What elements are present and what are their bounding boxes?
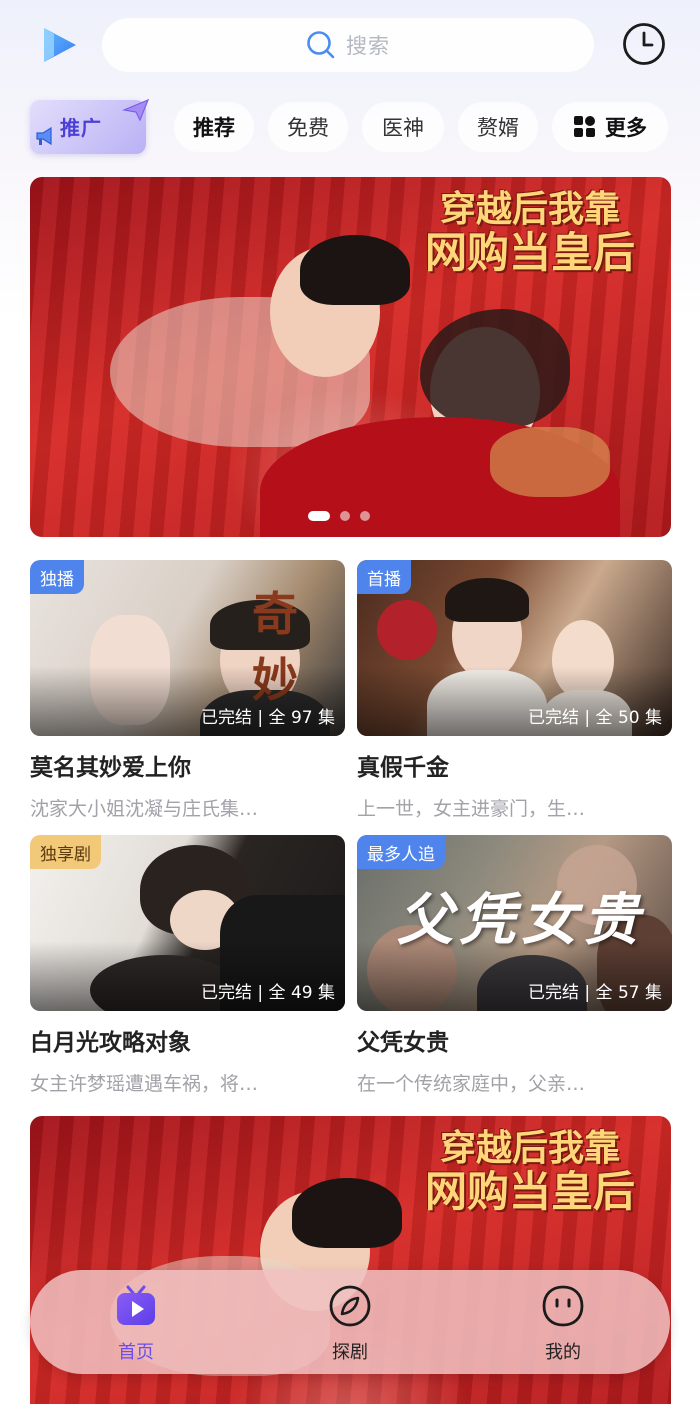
carousel-dot <box>340 511 350 521</box>
tab-recommend[interactable]: 推荐 <box>174 102 254 152</box>
grid-apps-icon <box>574 116 595 137</box>
drama-thumbnail[interactable]: 独享剧 已完结 | 全 49 集 <box>30 835 345 1011</box>
top-bar: 搜索 <box>0 0 700 92</box>
nav-profile[interactable]: 我的 <box>503 1284 623 1364</box>
paper-plane-icon <box>122 98 150 122</box>
episode-status: 已完结 | 全 50 集 <box>528 708 662 728</box>
carousel-dot <box>360 511 370 521</box>
nav-discover-label: 探剧 <box>332 1342 368 1363</box>
drama-card[interactable]: 首播 已完结 | 全 50 集 真假千金 上一世，女主进豪门，生… <box>357 560 672 821</box>
history-clock-icon[interactable] <box>622 22 666 66</box>
premiere-badge: 首播 <box>357 560 411 594</box>
drama-description: 女主许梦瑶遭遇车祸，将… <box>30 1073 259 1095</box>
search-bar[interactable]: 搜索 <box>102 18 594 72</box>
exclusive-badge: 独播 <box>30 560 84 594</box>
drama-description: 在一个传统家庭中，父亲… <box>357 1073 586 1095</box>
episode-status: 已完结 | 全 49 集 <box>201 983 335 1003</box>
drama-thumbnail[interactable]: 首播 已完结 | 全 50 集 <box>357 560 672 736</box>
drama-title[interactable]: 白月光攻略对象 <box>30 1023 345 1057</box>
exclusive-drama-badge: 独享剧 <box>30 835 101 869</box>
tab-son-in-law[interactable]: 赘婿 <box>458 102 538 152</box>
drama-title[interactable]: 父凭女贵 <box>357 1023 672 1057</box>
drama-thumbnail[interactable]: 奇 妙 独播 已完结 | 全 97 集 <box>30 560 345 736</box>
drama-card[interactable]: 独享剧 已完结 | 全 49 集 白月光攻略对象 女主许梦瑶遭遇车祸，将… <box>30 835 345 1096</box>
most-followed-badge: 最多人追 <box>357 835 445 869</box>
app-logo-play-icon[interactable] <box>40 26 82 64</box>
tab-more[interactable]: 更多 <box>552 102 668 152</box>
carousel-dot-active <box>308 511 330 521</box>
episode-status: 已完结 | 全 57 集 <box>528 983 662 1003</box>
search-icon <box>307 31 335 59</box>
drama-description: 上一世，女主进豪门，生… <box>357 798 586 820</box>
drama-description: 沈家大小姐沈凝与庄氏集… <box>30 798 259 820</box>
drama-title[interactable]: 莫名其妙爱上你 <box>30 748 345 782</box>
nav-home[interactable]: 首页 <box>76 1284 196 1364</box>
carousel-indicator <box>308 511 370 521</box>
tab-medical-god[interactable]: 医神 <box>362 102 444 152</box>
search-placeholder: 搜索 <box>346 34 390 58</box>
drama-thumbnail[interactable]: 父凭女贵 最多人追 已完结 | 全 57 集 <box>357 835 672 1011</box>
drama-title[interactable]: 真假千金 <box>357 748 672 782</box>
compass-icon <box>329 1285 371 1327</box>
nav-discover[interactable]: 探剧 <box>290 1284 410 1364</box>
megaphone-icon <box>36 126 52 146</box>
profile-face-icon <box>542 1285 584 1327</box>
tab-more-label: 更多 <box>605 116 647 140</box>
tv-play-icon <box>117 1285 155 1325</box>
tab-free[interactable]: 免费 <box>268 102 348 152</box>
bottom-navigation: 首页 探剧 我的 <box>30 1270 670 1374</box>
promo-tab[interactable]: 推广 <box>30 98 150 154</box>
banner-title-art: 穿越后我靠 网购当皇后 <box>424 188 635 277</box>
drama-card[interactable]: 父凭女贵 最多人追 已完结 | 全 57 集 父凭女贵 在一个传统家庭中，父亲… <box>357 835 672 1096</box>
nav-profile-label: 我的 <box>545 1342 581 1363</box>
banner-carousel[interactable]: 穿越后我靠 网购当皇后 <box>30 177 671 537</box>
nav-home-label: 首页 <box>118 1342 154 1363</box>
promo-label: 推广 <box>60 116 102 140</box>
feature-banner-title: 穿越后我靠 网购当皇后 <box>424 1127 635 1216</box>
episode-status: 已完结 | 全 97 集 <box>201 708 335 728</box>
drama-card[interactable]: 奇 妙 独播 已完结 | 全 97 集 莫名其妙爱上你 沈家大小姐沈凝与庄氏集… <box>30 560 345 821</box>
category-tabs: 推广 推荐 免费 医神 赘婿 更多 <box>0 96 700 160</box>
